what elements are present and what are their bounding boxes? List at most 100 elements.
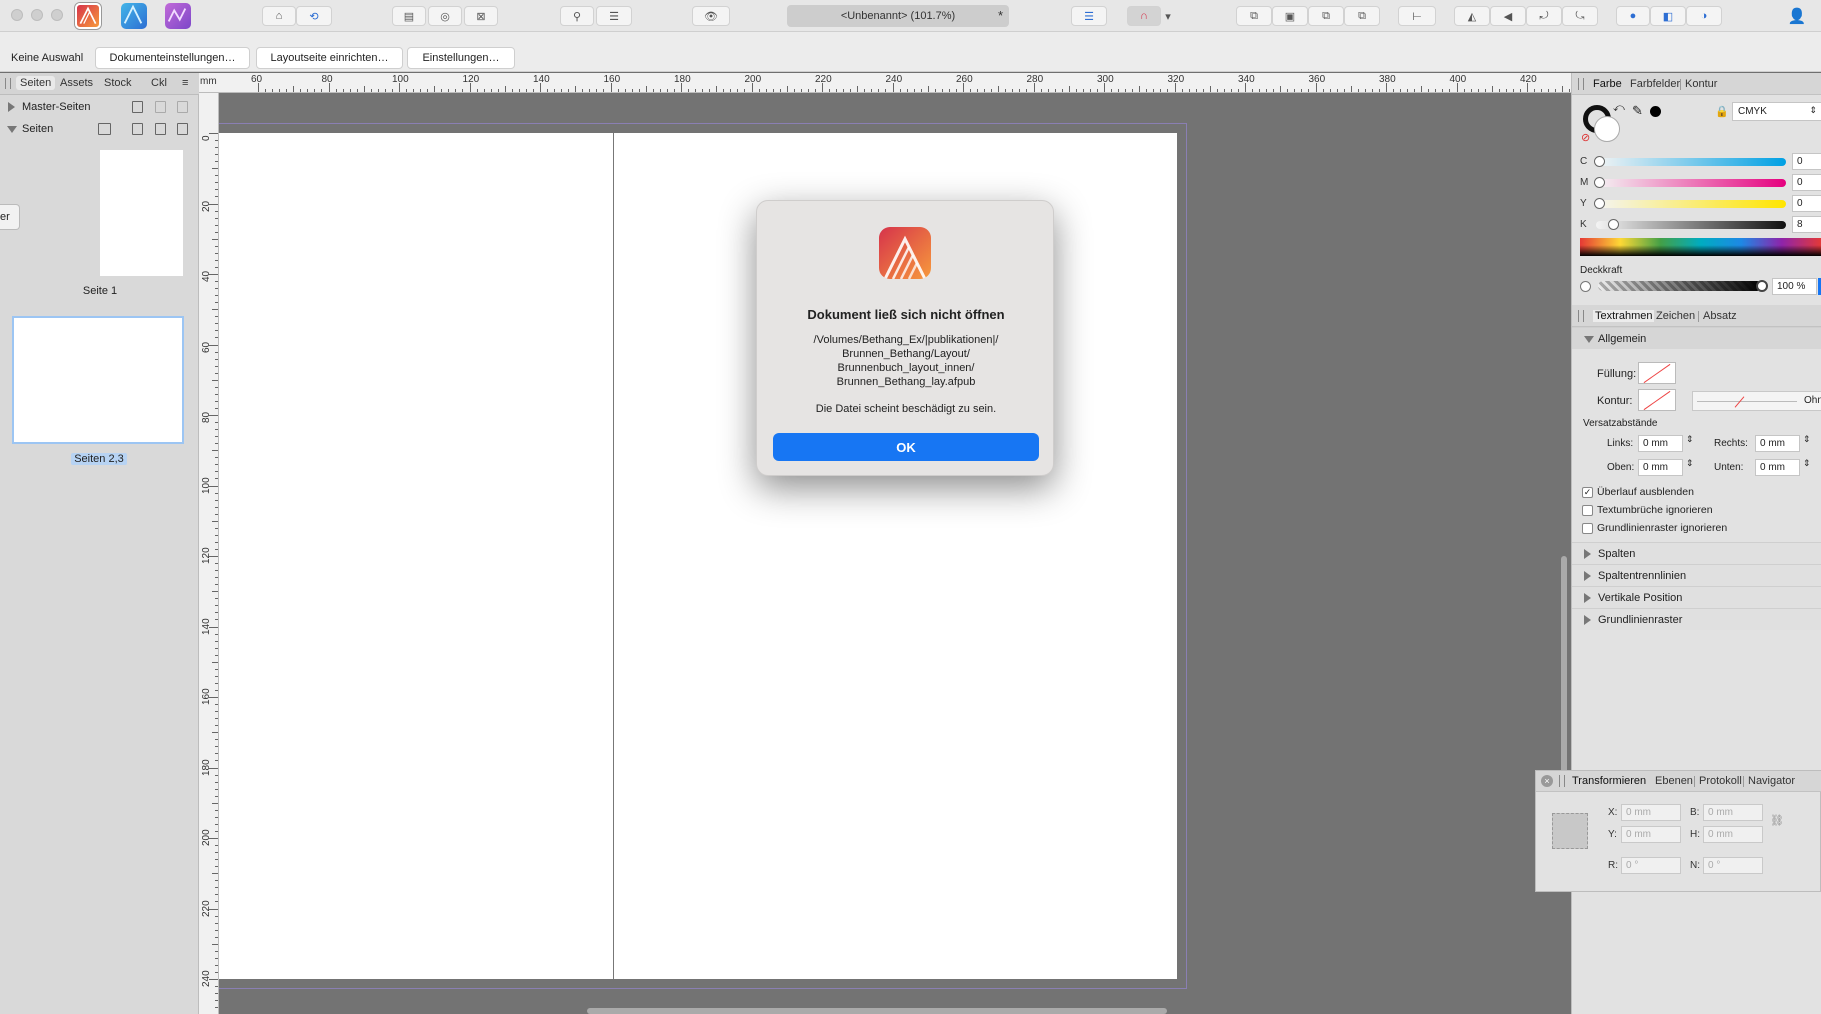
tab-paragraph[interactable]: Absatz bbox=[1703, 310, 1737, 322]
tab-pages[interactable]: Seiten bbox=[16, 76, 56, 90]
frame-view-button[interactable]: ⊠ bbox=[464, 6, 498, 26]
master-page-icon[interactable] bbox=[132, 101, 143, 113]
photo-persona-icon[interactable] bbox=[165, 3, 191, 29]
cyan-slider-knob[interactable] bbox=[1594, 156, 1605, 167]
flip-horizontal-button[interactable]: ◭ bbox=[1454, 6, 1490, 26]
disclosure-collapsed-icon[interactable] bbox=[8, 102, 15, 112]
opacity-reset-icon[interactable] bbox=[1580, 281, 1591, 292]
collapsed-panel-tab[interactable]: er bbox=[0, 204, 20, 230]
fill-color-well[interactable] bbox=[1594, 116, 1620, 142]
disclosure-collapsed-icon[interactable] bbox=[1584, 571, 1591, 581]
width-input[interactable]: 0 mm bbox=[1703, 804, 1763, 821]
disclosure-collapsed-icon[interactable] bbox=[1584, 593, 1591, 603]
stroke-swatch[interactable] bbox=[1638, 389, 1676, 411]
tab-text-frame[interactable]: Textrahmen bbox=[1593, 310, 1655, 322]
close-window-button[interactable] bbox=[11, 9, 23, 21]
chain-link-icon[interactable]: ⛓ bbox=[1770, 814, 1784, 827]
snapping-dropdown[interactable]: ▾ bbox=[1161, 6, 1175, 26]
inset-right-input[interactable]: 0 mm bbox=[1755, 435, 1800, 452]
tab-ckl[interactable]: Ckl bbox=[151, 77, 167, 89]
rotate-right-button[interactable]: ⤿ bbox=[1562, 6, 1598, 26]
section-general[interactable]: Allgemein bbox=[1572, 327, 1821, 349]
yellow-value-input[interactable]: 0 bbox=[1792, 195, 1821, 212]
anchor-point-selector[interactable] bbox=[1552, 813, 1588, 849]
page-view-button[interactable]: ▤ bbox=[392, 6, 426, 26]
tab-stroke[interactable]: Kontur bbox=[1685, 78, 1717, 90]
ok-button[interactable]: OK bbox=[773, 433, 1039, 461]
magenta-slider[interactable] bbox=[1596, 179, 1786, 187]
yellow-slider-knob[interactable] bbox=[1594, 198, 1605, 209]
overflow-hide-checkbox[interactable]: ✓ bbox=[1582, 487, 1593, 498]
boolean-add-button[interactable]: ● bbox=[1616, 6, 1650, 26]
preferences-button[interactable]: Einstellungen… bbox=[407, 47, 515, 69]
move-front-button[interactable]: ⧉ bbox=[1344, 6, 1380, 26]
black-slider[interactable] bbox=[1596, 221, 1786, 229]
inset-left-stepper[interactable]: ⇕ bbox=[1686, 434, 1694, 445]
add-page-icon[interactable] bbox=[132, 123, 143, 135]
black-value-input[interactable]: 8 bbox=[1792, 216, 1821, 233]
move-back-button[interactable]: ⧉ bbox=[1236, 6, 1272, 26]
add-master-icon[interactable] bbox=[155, 101, 166, 113]
section-vertical-position[interactable]: Vertikale Position bbox=[1572, 586, 1821, 608]
picked-color-swatch[interactable] bbox=[1650, 106, 1661, 117]
stroke-style-select[interactable]: Ohn bbox=[1692, 391, 1821, 411]
cyan-value-input[interactable]: 0 bbox=[1792, 153, 1821, 170]
rotation-input[interactable]: 0 ° bbox=[1621, 857, 1681, 874]
master-pages-row[interactable]: Master-Seiten bbox=[0, 96, 199, 118]
section-columns[interactable]: Spalten bbox=[1572, 542, 1821, 564]
tab-assets[interactable]: Assets bbox=[60, 77, 93, 89]
inset-right-stepper[interactable]: ⇕ bbox=[1803, 434, 1811, 445]
tab-swatches[interactable]: Farbfelder bbox=[1630, 78, 1680, 90]
publisher-persona-icon[interactable] bbox=[75, 3, 101, 29]
tab-layers[interactable]: Ebenen bbox=[1655, 775, 1693, 787]
cyan-slider[interactable] bbox=[1596, 158, 1786, 166]
snapping-button[interactable]: ∩ bbox=[1127, 6, 1161, 26]
tab-color[interactable]: Farbe bbox=[1593, 78, 1622, 90]
magenta-value-input[interactable]: 0 bbox=[1792, 174, 1821, 191]
no-color-icon[interactable]: ⊘ bbox=[1581, 131, 1590, 144]
section-column-rules[interactable]: Spaltentrennlinien bbox=[1572, 564, 1821, 586]
page-thumbnail-2-3[interactable] bbox=[12, 316, 184, 444]
vertical-ruler[interactable]: 0 20 40 60 80 100 120 140 160 180 200 220 240 bbox=[199, 93, 219, 1014]
inset-top-input[interactable]: 0 mm bbox=[1638, 459, 1683, 476]
tab-stock[interactable]: Stock bbox=[104, 77, 132, 89]
disclosure-expanded-icon[interactable] bbox=[7, 126, 17, 133]
page-thumbnail-1[interactable] bbox=[100, 150, 183, 276]
inset-bottom-stepper[interactable]: ⇕ bbox=[1803, 458, 1811, 469]
panel-grip-icon[interactable] bbox=[1578, 78, 1584, 90]
horizontal-scrollbar[interactable] bbox=[587, 1008, 1167, 1014]
baseline-grid-button[interactable]: ☰ bbox=[1071, 6, 1107, 26]
duplicate-page-icon[interactable] bbox=[155, 123, 166, 135]
link-button[interactable]: ⟲ bbox=[296, 6, 332, 26]
move-backward-button[interactable]: ▣ bbox=[1272, 6, 1308, 26]
opacity-knob[interactable] bbox=[1756, 280, 1768, 292]
page-2[interactable] bbox=[219, 133, 613, 979]
home-button[interactable]: ⌂ bbox=[262, 6, 296, 26]
panel-menu-icon[interactable]: ≡ bbox=[182, 77, 188, 89]
pages-row[interactable]: Seiten bbox=[0, 118, 199, 140]
boolean-intersect-button[interactable]: ◑ bbox=[1686, 6, 1722, 26]
disclosure-expanded-icon[interactable] bbox=[1584, 336, 1594, 343]
move-forward-button[interactable]: ⧉ bbox=[1308, 6, 1344, 26]
minimize-window-button[interactable] bbox=[31, 9, 43, 21]
align-button[interactable]: ⊢ bbox=[1398, 6, 1436, 26]
document-setup-button[interactable]: Dokumenteinstellungen… bbox=[95, 47, 250, 69]
tab-history[interactable]: Protokoll bbox=[1699, 775, 1742, 787]
tab-navigator[interactable]: Navigator bbox=[1748, 775, 1795, 787]
x-input[interactable]: 0 mm bbox=[1621, 804, 1681, 821]
inset-top-stepper[interactable]: ⇕ bbox=[1686, 458, 1694, 469]
rotate-left-button[interactable]: ⤾ bbox=[1526, 6, 1562, 26]
opacity-slider[interactable] bbox=[1598, 281, 1762, 291]
swap-colors-icon[interactable]: ⤺ bbox=[1613, 102, 1625, 115]
color-spectrum[interactable] bbox=[1580, 238, 1821, 256]
boolean-subtract-button[interactable]: ◧ bbox=[1650, 6, 1686, 26]
disclosure-collapsed-icon[interactable] bbox=[1584, 549, 1591, 559]
tab-transform[interactable]: Transformieren bbox=[1572, 775, 1646, 787]
fill-swatch[interactable] bbox=[1638, 362, 1676, 384]
account-button[interactable]: 👤 bbox=[1784, 6, 1810, 26]
trash-icon[interactable] bbox=[177, 101, 188, 113]
master-view-button[interactable]: ◎ bbox=[428, 6, 462, 26]
horizontal-ruler[interactable]: mm 60 80 100 120 140 160 180 200 220 240 260 280 300… bbox=[199, 73, 1592, 93]
ignore-baseline-checkbox[interactable] bbox=[1582, 523, 1593, 534]
flip-vertical-button[interactable]: ◀ bbox=[1490, 6, 1526, 26]
